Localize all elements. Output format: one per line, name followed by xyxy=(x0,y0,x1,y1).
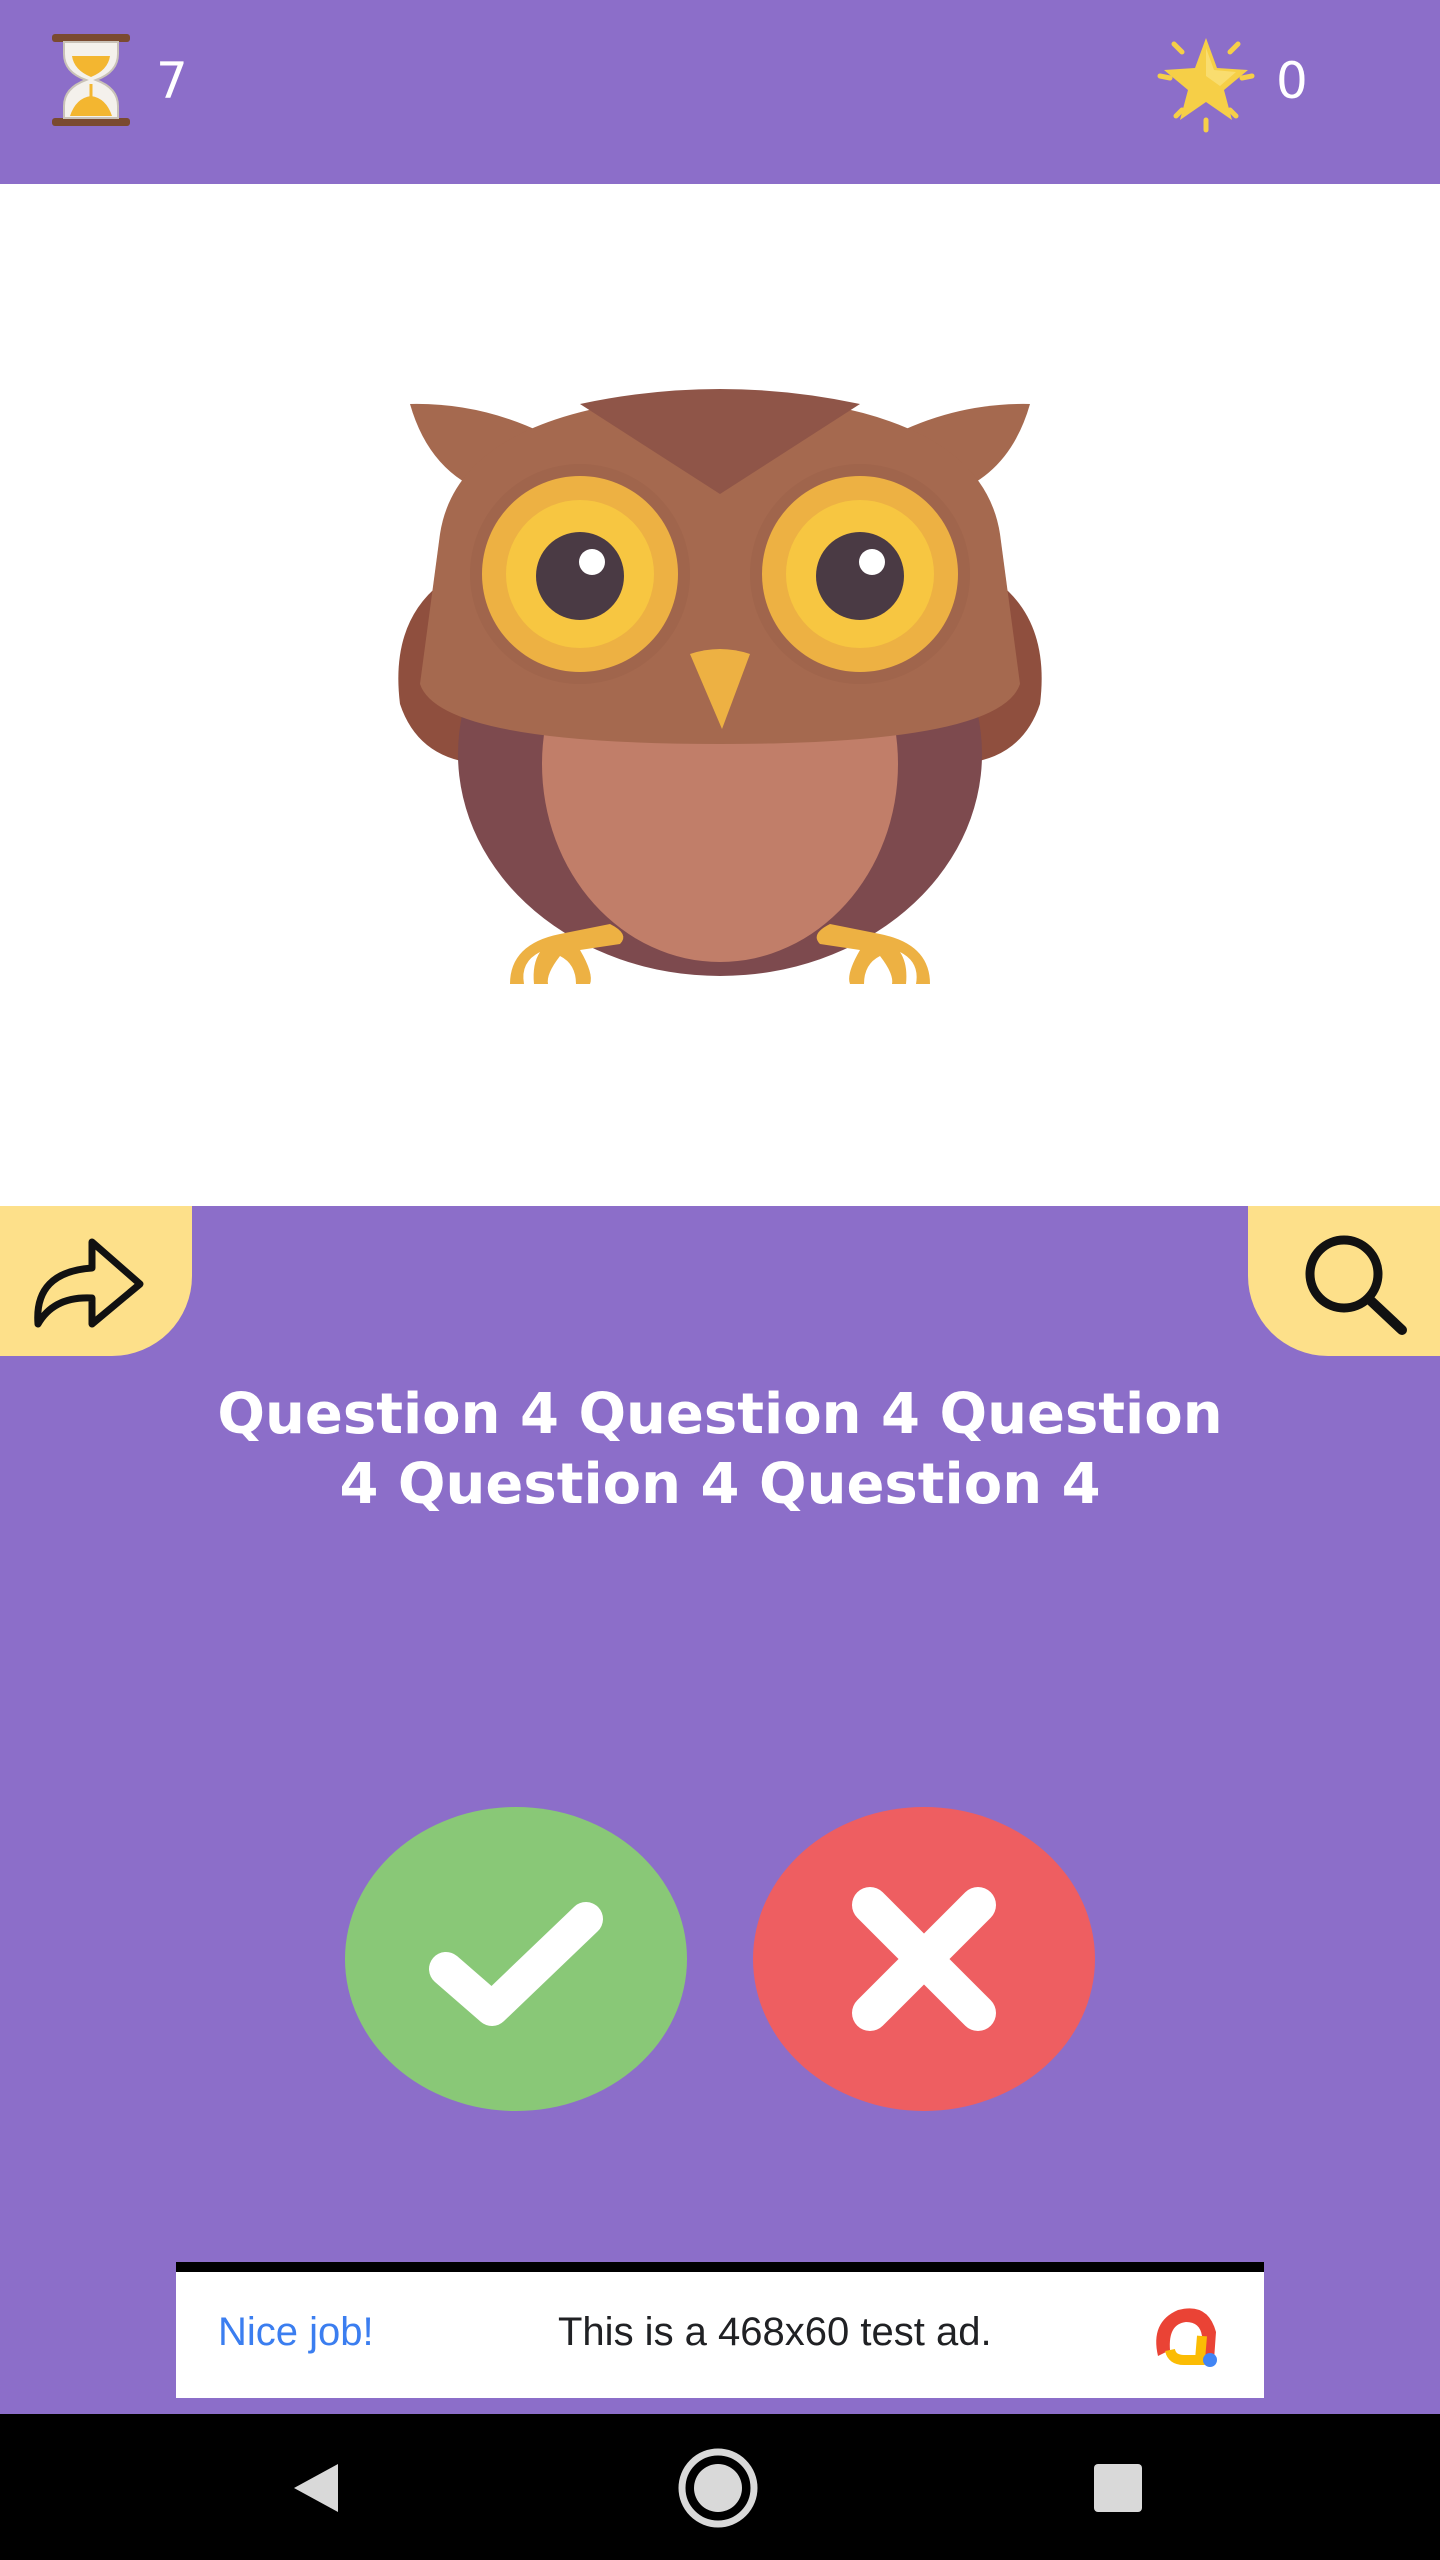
home-circle-icon[interactable] xyxy=(676,2446,760,2530)
false-answer-button[interactable] xyxy=(753,1807,1095,2111)
cross-icon xyxy=(852,1887,996,2031)
system-navigation-bar xyxy=(0,2414,1440,2560)
share-button[interactable] xyxy=(0,1206,192,1356)
score-value: 0 xyxy=(1276,52,1308,110)
question-image-area xyxy=(0,184,1440,1206)
search-icon xyxy=(1305,1235,1407,1335)
search-button[interactable] xyxy=(1248,1206,1440,1356)
top-bar: 7 0 xyxy=(0,0,1440,184)
ad-headline[interactable]: Nice job! xyxy=(218,2302,374,2362)
question-text: Question 4 Question 4 Question 4 Questio… xyxy=(217,1382,1223,1517)
checkmark-icon xyxy=(429,1902,603,2026)
true-answer-button[interactable] xyxy=(345,1807,687,2111)
recents-square-icon[interactable] xyxy=(1090,2460,1146,2516)
star-icon xyxy=(1157,38,1255,133)
hourglass-icon xyxy=(52,34,130,126)
back-triangle-icon[interactable] xyxy=(288,2460,344,2516)
ad-banner[interactable]: Nice job! This is a 468x60 test ad. xyxy=(176,2262,1264,2398)
ad-logo-icon xyxy=(1156,2308,1217,2367)
timer-value: 7 xyxy=(156,52,188,110)
quiz-screen: 7 0 Question 4 Question 4 Question 4 Que… xyxy=(0,0,1440,2560)
share-arrow-icon xyxy=(34,1238,144,1328)
owl-illustration xyxy=(398,389,1042,984)
ad-body-text: This is a 468x60 test ad. xyxy=(558,2310,992,2354)
